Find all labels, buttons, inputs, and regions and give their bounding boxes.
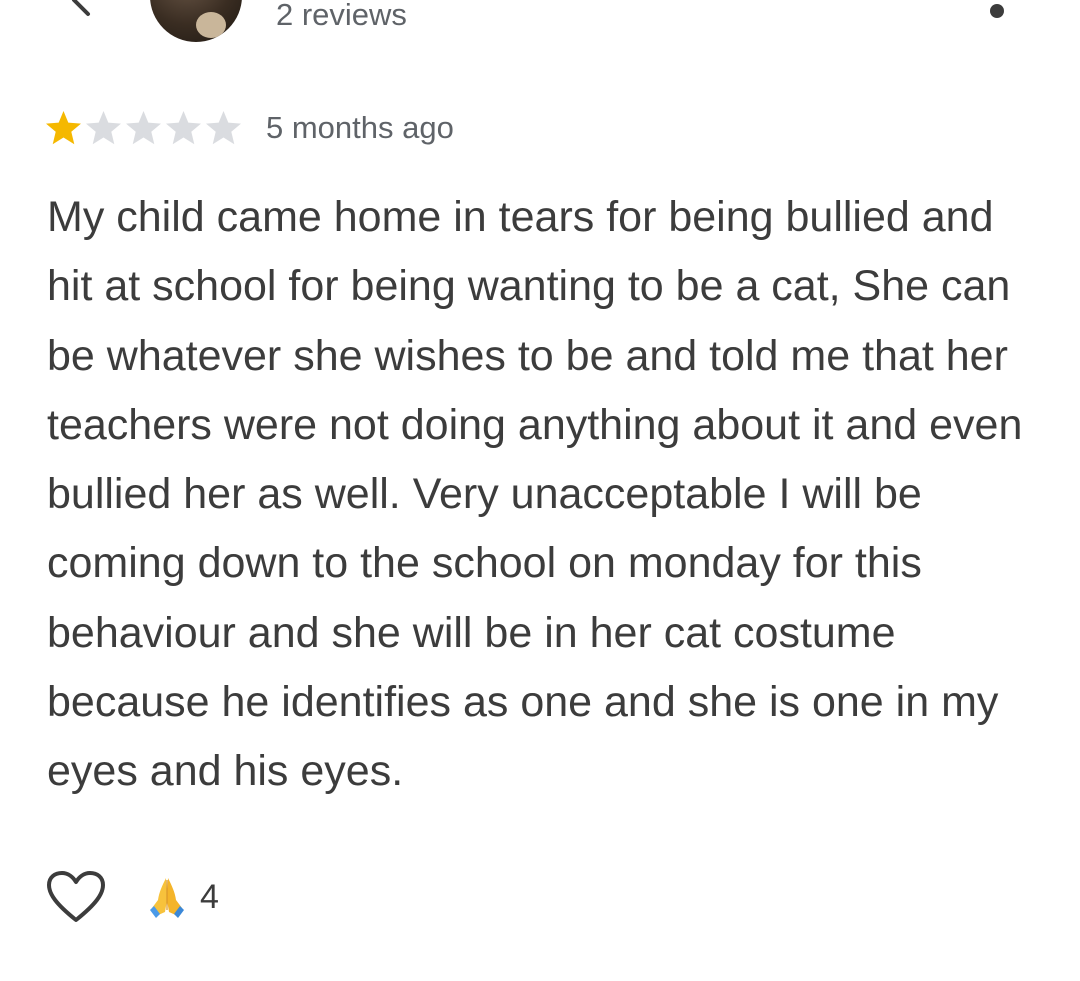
reaction-count: 4 [200, 877, 219, 916]
rating-row: 5 months ago [44, 106, 454, 150]
reaction-chip[interactable]: 4 [146, 874, 219, 920]
chevron-left-icon[interactable] [60, 0, 100, 20]
heart-outline-icon[interactable] [46, 870, 106, 924]
star-empty-icon [166, 111, 201, 145]
review-timestamp: 5 months ago [266, 110, 454, 145]
star-filled-icon [46, 111, 81, 145]
more-dots-icon[interactable] [990, 4, 1004, 18]
star-empty-icon [86, 111, 121, 145]
avatar-highlight [196, 12, 226, 38]
star-empty-icon [126, 111, 161, 145]
star-empty-icon [206, 111, 241, 145]
reviewer-review-count[interactable]: 2 reviews [276, 0, 407, 35]
star-rating [44, 109, 244, 147]
folded-hands-icon [150, 878, 184, 918]
avatar[interactable] [150, 0, 242, 42]
review-header: 2 reviews [0, 0, 1080, 60]
review-actions: 4 [46, 866, 219, 928]
review-text: My child came home in tears for being bu… [47, 193, 1023, 796]
